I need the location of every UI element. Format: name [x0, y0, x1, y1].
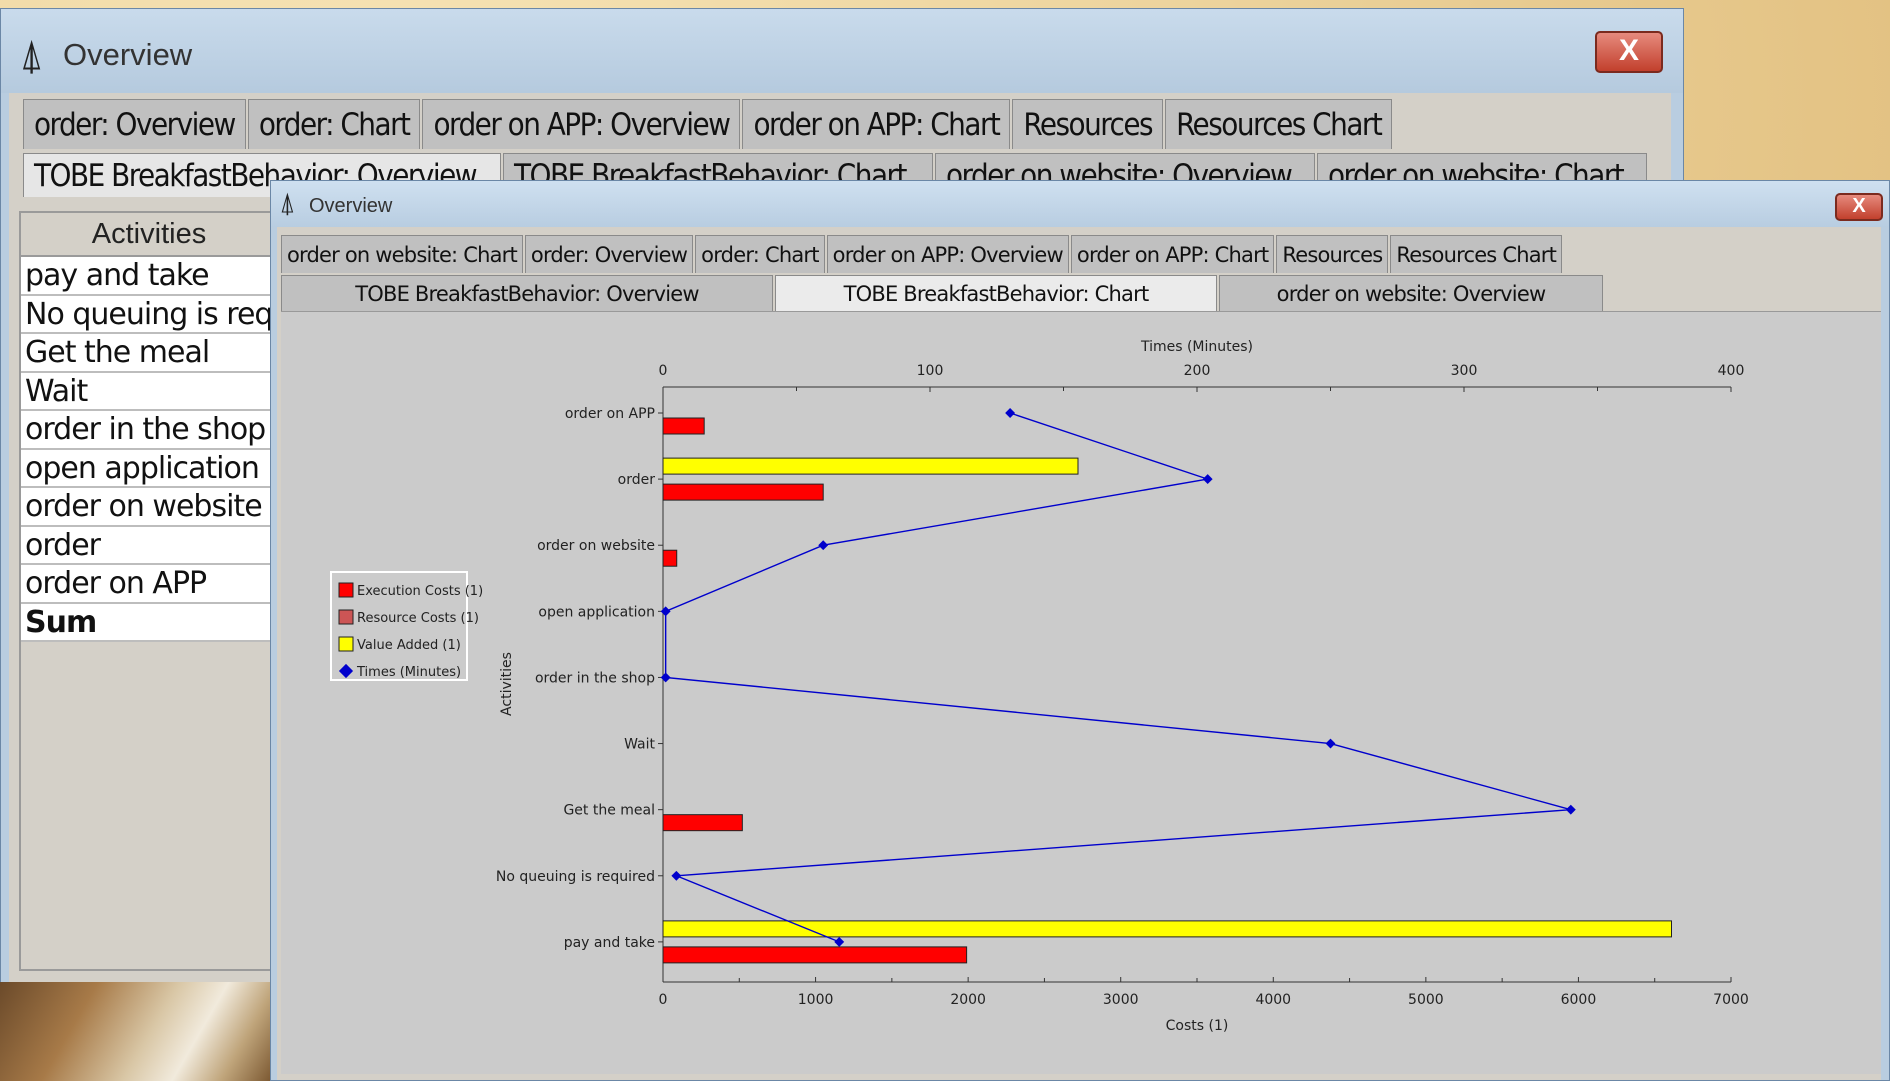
bar-execution [662, 814, 743, 832]
chart-panel: 0 100 200 300 400 Times (Minutes) 0 1000 2000 300… [281, 311, 1881, 1074]
table-row-sum[interactable]: Sum [21, 603, 277, 642]
front-tab-resources-chart[interactable]: Resources Chart [1390, 235, 1563, 273]
back-tab-resources-chart[interactable]: Resources Chart [1165, 99, 1393, 149]
top-tick-label: 100 [917, 363, 944, 379]
front-tab-website-overview[interactable]: order on website: Overview [1219, 275, 1603, 311]
table-row[interactable]: open application [21, 449, 277, 488]
back-tab-order-overview[interactable]: order: Overview [23, 99, 246, 149]
front-window-title: Overview [309, 195, 393, 217]
top-axis-label: Times (Minutes) [1140, 339, 1253, 355]
bar-execution [662, 549, 678, 567]
activities-table: Activities pay and take No queuing is re… [19, 211, 279, 971]
table-row[interactable]: order on website [21, 488, 277, 527]
category-label: open application [538, 604, 655, 620]
bar-value [662, 457, 1079, 475]
front-window: ⍋ Overview X order on website: Chart ord… [270, 180, 1890, 1081]
legend-label: Execution Costs (1) [357, 584, 483, 599]
front-tabs-row2: TOBE BreakfastBehavior: Overview TOBE Br… [281, 275, 1881, 311]
back-tab-order-chart[interactable]: order: Chart [247, 99, 421, 149]
bottom-tick-label: 3000 [1103, 992, 1139, 1008]
bottom-tick-label: 1000 [798, 992, 834, 1008]
times-point [1325, 738, 1336, 749]
table-row[interactable]: order on APP [21, 565, 277, 604]
table-row[interactable]: No queuing is required [21, 295, 277, 334]
times-point [660, 606, 671, 617]
category-label: No queuing is required [496, 869, 655, 885]
table-row[interactable]: Wait [21, 372, 277, 411]
app-icon: ⍋ [279, 187, 296, 218]
legend-label: Value Added (1) [357, 638, 461, 653]
back-tabs-row1: order: Overview order: Chart order on AP… [23, 99, 1394, 149]
bottom-tick-label: 4000 [1255, 992, 1291, 1008]
bar-execution [662, 417, 705, 435]
table-row[interactable]: Get the meal [21, 334, 277, 373]
activities-header[interactable]: Activities [21, 213, 277, 257]
top-tick-label: 0 [659, 363, 668, 379]
bottom-tick-label: 7000 [1713, 992, 1749, 1008]
bottom-tick-label: 5000 [1408, 992, 1444, 1008]
times-point [1005, 408, 1016, 418]
category-label: order on APP [565, 406, 655, 422]
back-tab-resources[interactable]: Resources [1012, 99, 1164, 149]
front-tab-tobe-chart[interactable]: TOBE BreakfastBehavior: Chart [775, 275, 1217, 311]
top-tick-label: 400 [1718, 363, 1745, 379]
legend-swatch [338, 582, 354, 598]
times-point [1565, 804, 1576, 815]
category-label: order on website [537, 538, 655, 554]
front-window-body: order on website: Chart order: Overview … [277, 227, 1881, 1080]
front-tab-website-chart[interactable]: order on website: Chart [281, 235, 523, 273]
table-row[interactable]: pay and take [21, 257, 277, 296]
front-tab-resources[interactable]: Resources [1276, 235, 1389, 273]
times-point [671, 870, 682, 881]
legend-label: Times (Minutes) [356, 665, 461, 680]
back-titlebar[interactable]: ⍋ Overview X [1, 9, 1683, 93]
back-tab-app-chart[interactable]: order on APP: Chart [742, 99, 1011, 149]
table-row[interactable]: order in the shop [21, 411, 277, 450]
app-icon: ⍋ [19, 31, 45, 78]
times-point [660, 672, 671, 683]
bar-execution [662, 483, 824, 501]
y-axis-label: Activities [499, 652, 515, 716]
front-tab-order-chart[interactable]: order: Chart [695, 235, 825, 273]
front-tab-order-overview[interactable]: order: Overview [524, 235, 694, 273]
front-close-button[interactable]: X [1835, 193, 1883, 221]
times-point [818, 540, 829, 551]
back-tab-app-overview[interactable]: order on APP: Overview [422, 99, 741, 149]
bottom-axis-label: Costs (1) [1166, 1018, 1229, 1034]
top-tick-label: 200 [1184, 363, 1211, 379]
category-label: pay and take [564, 935, 655, 951]
bottom-tick-label: 2000 [950, 992, 986, 1008]
front-tab-app-chart[interactable]: order on APP: Chart [1070, 235, 1275, 273]
bottom-tick-label: 6000 [1561, 992, 1597, 1008]
bar-execution [662, 946, 968, 964]
legend-label: Resource Costs (1) [357, 611, 479, 626]
legend-swatch [338, 609, 354, 625]
times-point [1202, 474, 1213, 485]
front-tab-tobe-overview[interactable]: TOBE BreakfastBehavior: Overview [281, 275, 773, 311]
front-tabs-row1: order on website: Chart order: Overview … [281, 235, 1564, 273]
activities-chart: 0 100 200 300 400 Times (Minutes) 0 1000 2000 300… [330, 339, 1749, 1034]
front-tab-app-overview[interactable]: order on APP: Overview [826, 235, 1069, 273]
table-row[interactable]: order [21, 526, 277, 565]
category-label: order in the shop [535, 670, 655, 686]
top-tick-label: 300 [1451, 363, 1478, 379]
legend-swatch [338, 636, 354, 652]
food-photo [0, 982, 270, 1081]
bottom-tick-label: 0 [659, 992, 668, 1008]
bar-value [662, 920, 1672, 938]
front-titlebar[interactable]: ⍋ Overview X [271, 181, 1889, 227]
category-label: Wait [624, 737, 655, 753]
back-window-title: Overview [63, 37, 193, 72]
back-close-button[interactable]: X [1595, 31, 1663, 73]
times-point [834, 936, 845, 947]
category-label: Get the meal [563, 803, 655, 819]
category-label: order [618, 472, 656, 488]
